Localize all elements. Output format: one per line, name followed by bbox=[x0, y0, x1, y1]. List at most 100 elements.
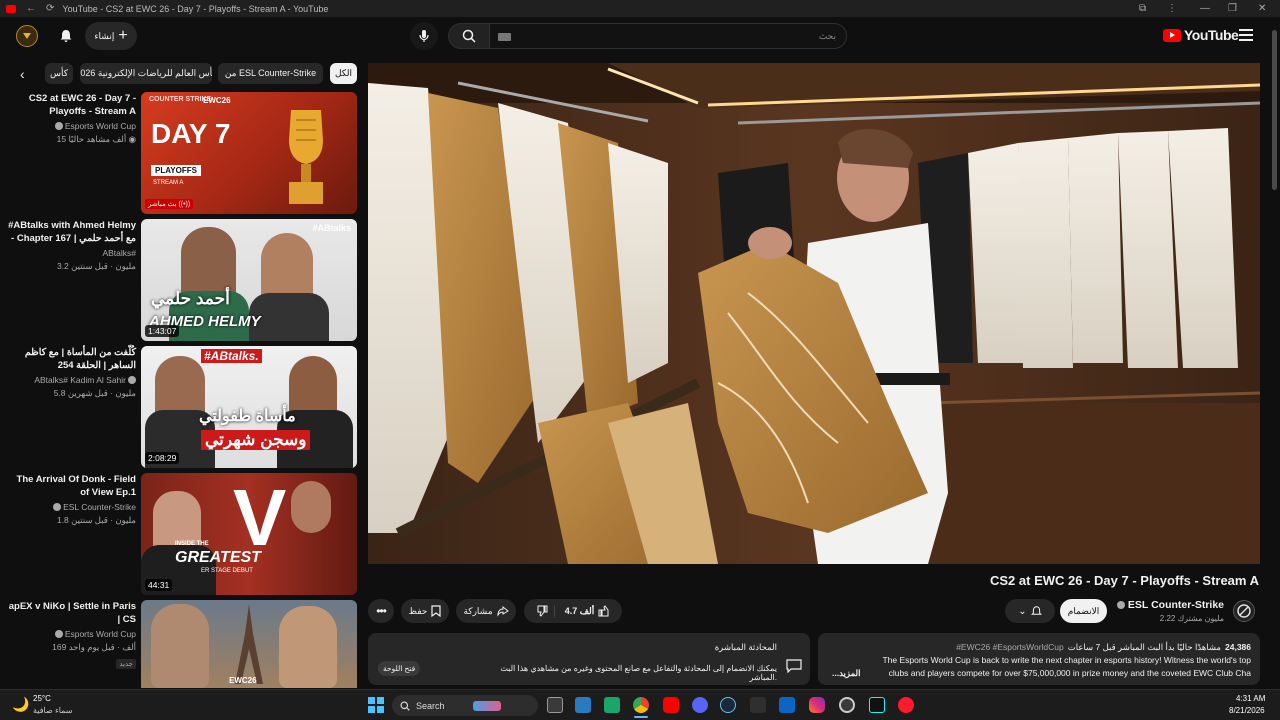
video-frame bbox=[368, 63, 1260, 564]
thumb-sub2: STREAM A bbox=[153, 180, 184, 186]
channel-name[interactable]: Esports World Cup bbox=[65, 629, 136, 639]
avatar[interactable] bbox=[16, 25, 38, 47]
chat-bubble-icon bbox=[786, 659, 802, 678]
opera-icon[interactable] bbox=[898, 697, 914, 713]
channel-name[interactable]: ESL Counter-Strike bbox=[63, 502, 136, 512]
like-button[interactable]: 4.7 ألف bbox=[559, 605, 611, 617]
youtube-header: إنشاء + بحث YouTube bbox=[0, 17, 1280, 57]
thumb-sub: INSIDE THE bbox=[175, 541, 209, 547]
search-icon bbox=[400, 701, 410, 711]
clock-date[interactable]: 8/21/2026 bbox=[1229, 706, 1265, 715]
dislike-button[interactable] bbox=[536, 605, 555, 617]
open-panel-button[interactable]: فتح اللوحة bbox=[378, 661, 421, 676]
app-icon-dark[interactable] bbox=[750, 697, 766, 713]
duration-badge: 2:08:29 bbox=[145, 452, 180, 464]
close-icon[interactable]: ✕ bbox=[1258, 0, 1266, 17]
windows-start-icon[interactable] bbox=[368, 697, 384, 713]
create-button[interactable]: إنشاء + bbox=[85, 22, 137, 50]
thumbnail[interactable]: #ABtalks. مأساة طفولتي وسجن شهرتي 2:08:2… bbox=[141, 346, 357, 468]
microsoft-store-icon[interactable] bbox=[575, 697, 591, 713]
chips-scroll-left-icon[interactable]: ‹ bbox=[20, 66, 25, 82]
discord-icon[interactable] bbox=[692, 697, 708, 713]
extensions-icon[interactable]: ⧉ bbox=[1139, 0, 1146, 17]
keyboard-icon[interactable] bbox=[498, 33, 511, 41]
thumb-small-text: ER STAGE DEBUT bbox=[201, 568, 253, 574]
weather-condition[interactable]: سماء صافية bbox=[33, 706, 73, 715]
tiktok-icon[interactable] bbox=[869, 697, 885, 713]
list-item[interactable]: #ABtalks. مأساة طفولتي وسجن شهرتي 2:08:2… bbox=[0, 346, 360, 468]
chip-ewc-2026[interactable]: كأس العالم للرياضات الإلكترونية 2026 bbox=[80, 63, 212, 84]
view-stats: 5.8 مليون · قبل شهرين bbox=[53, 388, 136, 398]
video-title[interactable]: CS2 at EWC 26 - Day 7 - Playoffs - Strea… bbox=[6, 92, 136, 118]
notifications-toggle-button[interactable]: ⌄ bbox=[1005, 599, 1055, 623]
taskbar-search-box[interactable]: Search bbox=[392, 695, 538, 716]
minimize-icon[interactable]: — bbox=[1200, 0, 1210, 17]
youtube-logo[interactable]: YouTube bbox=[1163, 27, 1239, 43]
app-icon-blue[interactable] bbox=[779, 697, 795, 713]
weather-temperature[interactable]: 25°C bbox=[33, 694, 51, 703]
thumbnail[interactable]: COUNTER STRIKE EWC26 DAY 7 PLAYOFFS STRE… bbox=[141, 92, 357, 214]
video-title[interactable]: كُلّفت من المأساة | مع كاظم الساهر | الح… bbox=[6, 346, 136, 372]
reload-icon[interactable]: ⟳ bbox=[46, 3, 54, 14]
save-button[interactable]: حفظ bbox=[401, 599, 449, 623]
chrome-icon[interactable] bbox=[633, 697, 649, 713]
back-icon[interactable]: ← bbox=[26, 3, 36, 14]
thumbnail[interactable]: #ABtalks أحمد حلمي AHMED HELMY 1:43:07 bbox=[141, 219, 357, 341]
verified-icon bbox=[1116, 601, 1125, 609]
verified-icon bbox=[54, 122, 63, 130]
chip-cup[interactable]: كأس bbox=[45, 63, 73, 84]
search-input[interactable]: بحث bbox=[489, 23, 847, 49]
live-stats: مشاهدًا حاليًا بدأ البث المباشر قبل 7 سا… bbox=[1067, 642, 1221, 652]
verified-icon bbox=[53, 503, 62, 511]
hamburger-menu-icon[interactable] bbox=[1239, 29, 1253, 41]
instagram-icon[interactable] bbox=[809, 697, 825, 713]
channel-name[interactable]: ABtalks# Kadim Al Sahir bbox=[34, 375, 126, 385]
clock-time[interactable]: 4:31 AM bbox=[1236, 694, 1265, 703]
menu-dots-icon[interactable]: ⋮ bbox=[1167, 0, 1177, 17]
voice-search-mic-icon[interactable] bbox=[410, 22, 438, 50]
thumbnail[interactable]: EWC26 bbox=[141, 600, 357, 688]
search-button[interactable] bbox=[448, 23, 490, 49]
thumb-brand: EWC26 bbox=[203, 96, 231, 105]
video-title[interactable]: The Arrival Of Donk - Field of View Ep.1 bbox=[6, 473, 136, 499]
join-button[interactable]: الانضمام bbox=[1060, 599, 1107, 623]
youtube-favicon-icon bbox=[6, 4, 16, 13]
video-title[interactable]: apEX v NiKo | Settle in Paris | CS bbox=[6, 600, 136, 626]
list-item[interactable]: COUNTER STRIKE EWC26 DAY 7 PLAYOFFS STRE… bbox=[0, 92, 360, 214]
page-scrollbar[interactable] bbox=[1272, 30, 1277, 190]
description-panel[interactable]: #EWC26 #EsportsWorldCup مشاهدًا حاليًا ب… bbox=[818, 633, 1260, 685]
video-title[interactable]: #ABtalks with Ahmed Helmy - Chapter 167 … bbox=[6, 219, 136, 245]
logo-text: YouTube bbox=[1184, 27, 1239, 43]
chip-all[interactable]: الكل bbox=[330, 63, 357, 84]
list-item[interactable]: V INSIDE THE GREATEST ER STAGE DEBUT 44:… bbox=[0, 473, 360, 595]
show-more-link[interactable]: ...المزيد bbox=[832, 668, 864, 679]
notifications-bell-icon[interactable] bbox=[55, 25, 77, 47]
like-dislike-group: 4.7 ألف bbox=[524, 599, 622, 623]
thumbnail[interactable]: V INSIDE THE GREATEST ER STAGE DEBUT 44:… bbox=[141, 473, 357, 595]
hashtags[interactable]: #EWC26 #EsportsWorldCup bbox=[956, 642, 1064, 653]
channel-name[interactable]: ESL Counter-Strike bbox=[1128, 599, 1224, 611]
video-player[interactable] bbox=[368, 63, 1260, 564]
list-item[interactable]: EWC26 apEX v NiKo | Settle in Paris | CS… bbox=[0, 600, 360, 688]
steam-icon[interactable] bbox=[720, 697, 736, 713]
view-stats: 1.8 مليون · قبل سنتين bbox=[56, 515, 136, 525]
more-horizontal-icon: ••• bbox=[376, 604, 387, 618]
task-view-icon[interactable] bbox=[547, 697, 563, 713]
view-stats: 15 ألف مشاهد حاليًا bbox=[56, 134, 127, 144]
thumb-tag: #ABtalks. bbox=[201, 349, 262, 363]
maximize-icon[interactable]: ❐ bbox=[1228, 0, 1237, 17]
share-button[interactable]: مشاركة bbox=[456, 599, 516, 623]
list-item[interactable]: #ABtalks أحمد حلمي AHMED HELMY 1:43:07 #… bbox=[0, 219, 360, 341]
chip-from-channel[interactable]: من ESL Counter-Strike bbox=[218, 63, 323, 84]
live-badge: بث مباشر ((•)) bbox=[145, 199, 194, 209]
view-stats: 3.2 مليون · قبل سنتين bbox=[56, 261, 136, 271]
youtube-app-icon[interactable] bbox=[663, 697, 679, 713]
settings-gear-icon[interactable] bbox=[839, 697, 855, 713]
channel-name[interactable]: Esports World Cup bbox=[65, 121, 136, 131]
more-actions-button[interactable]: ••• bbox=[368, 599, 394, 623]
youtube-play-icon bbox=[1163, 28, 1181, 42]
new-badge: جديد bbox=[116, 659, 136, 669]
app-icon-green[interactable] bbox=[604, 697, 620, 713]
channel-avatar[interactable] bbox=[1233, 600, 1255, 622]
channel-name[interactable]: ABtalks# bbox=[102, 248, 136, 258]
